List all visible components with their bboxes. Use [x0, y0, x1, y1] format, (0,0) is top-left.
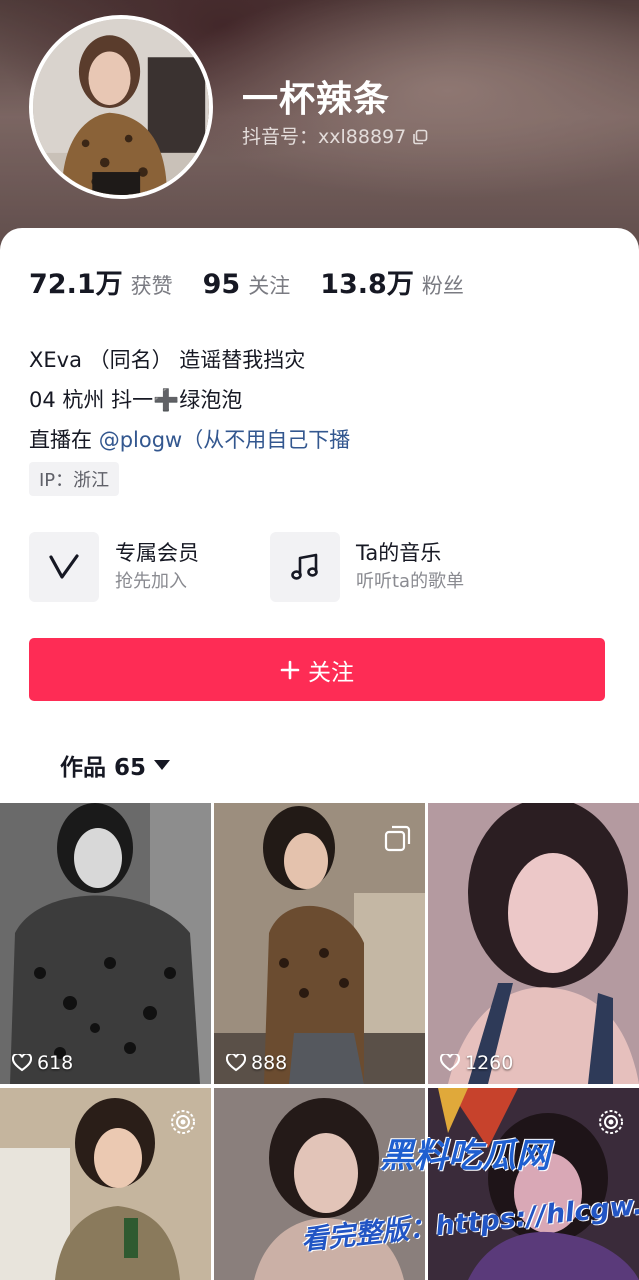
- heart-icon: [226, 1054, 246, 1072]
- stat-following-value: 95: [202, 269, 241, 300]
- video-likes-count: 618: [37, 1052, 74, 1074]
- multi-image-icon: [383, 823, 413, 857]
- video-likes-count: 888: [251, 1052, 288, 1074]
- feature-membership-subtitle: 抢先加入: [115, 571, 187, 592]
- stat-following[interactable]: 95 关注: [203, 269, 291, 300]
- video-likes: 1260: [440, 1052, 513, 1074]
- stat-followers-label: 粉丝: [421, 274, 464, 298]
- video-thumbnail: [214, 1088, 425, 1280]
- stat-following-label: 关注: [248, 274, 291, 298]
- stat-followers-value: 13.8万: [320, 269, 414, 300]
- video-likes: 618: [12, 1052, 73, 1074]
- ip-location-tag: IP：浙江: [29, 462, 120, 496]
- video-thumbnail: [0, 803, 211, 1084]
- douyin-id-text: 抖音号：xxl88897: [242, 126, 407, 148]
- feature-membership-title: 专属会员: [115, 541, 199, 565]
- bio: XEva （同名） 造谣替我挡灾 04 杭州 抖一➕绿泡泡 直播在 @plogw…: [29, 340, 350, 460]
- avatar[interactable]: [29, 15, 213, 199]
- video-tile[interactable]: 618: [0, 803, 211, 1084]
- feature-music[interactable]: Ta的音乐 听听ta的歌单: [270, 532, 464, 602]
- tab-works[interactable]: 作品 65: [60, 748, 171, 782]
- bio-line-3: 直播在 @plogw（从不用自己下播: [29, 420, 350, 460]
- feature-row: 专属会员 抢先加入 Ta的音乐 听听ta的歌单: [29, 532, 609, 604]
- follow-button[interactable]: 关注: [29, 638, 605, 701]
- video-thumbnail: [428, 803, 639, 1084]
- video-tile[interactable]: 1260: [428, 803, 639, 1084]
- video-grid: 618 888 1260: [0, 803, 639, 1280]
- stat-likes-label: 获赞: [130, 274, 173, 298]
- video-tile[interactable]: [428, 1088, 639, 1280]
- follow-button-label: 关注: [308, 659, 354, 686]
- video-tile[interactable]: [214, 1088, 425, 1280]
- feature-membership[interactable]: 专属会员 抢先加入: [29, 532, 199, 602]
- bio-mention-link[interactable]: @plogw（从不用自己下播: [99, 428, 351, 452]
- video-likes-count: 1260: [465, 1052, 514, 1074]
- video-tile[interactable]: 888: [214, 803, 425, 1084]
- stat-likes-value: 72.1万: [29, 269, 123, 300]
- stat-followers[interactable]: 13.8万 粉丝: [320, 262, 464, 301]
- music-note-icon: [270, 532, 340, 602]
- stat-likes[interactable]: 72.1万 获赞: [29, 262, 173, 301]
- heart-icon: [440, 1054, 460, 1072]
- bio-line-2: 04 杭州 抖一➕绿泡泡: [29, 388, 243, 412]
- heart-icon: [12, 1054, 32, 1072]
- video-tile[interactable]: [0, 1088, 211, 1280]
- video-likes: 888: [226, 1052, 287, 1074]
- v-badge-icon: [29, 532, 99, 602]
- bio-line-3-prefix: 直播在: [29, 428, 99, 452]
- plus-icon: [280, 660, 300, 679]
- feature-music-subtitle: 听听ta的歌单: [356, 571, 465, 592]
- avatar-image: [33, 19, 209, 195]
- douyin-id[interactable]: 抖音号：xxl88897: [242, 122, 428, 149]
- live-icon: [597, 1108, 625, 1140]
- copy-icon[interactable]: [412, 128, 428, 144]
- bio-line-1: XEva （同名） 造谣替我挡灾: [29, 348, 306, 372]
- live-icon: [169, 1108, 197, 1140]
- feature-music-title: Ta的音乐: [356, 541, 442, 565]
- stats-row: 72.1万 获赞 95 关注 13.8万 粉丝: [29, 262, 494, 301]
- tab-works-label: 作品 65: [60, 755, 147, 781]
- profile-username: 一杯辣条: [242, 79, 391, 120]
- caret-down-icon[interactable]: [154, 760, 171, 770]
